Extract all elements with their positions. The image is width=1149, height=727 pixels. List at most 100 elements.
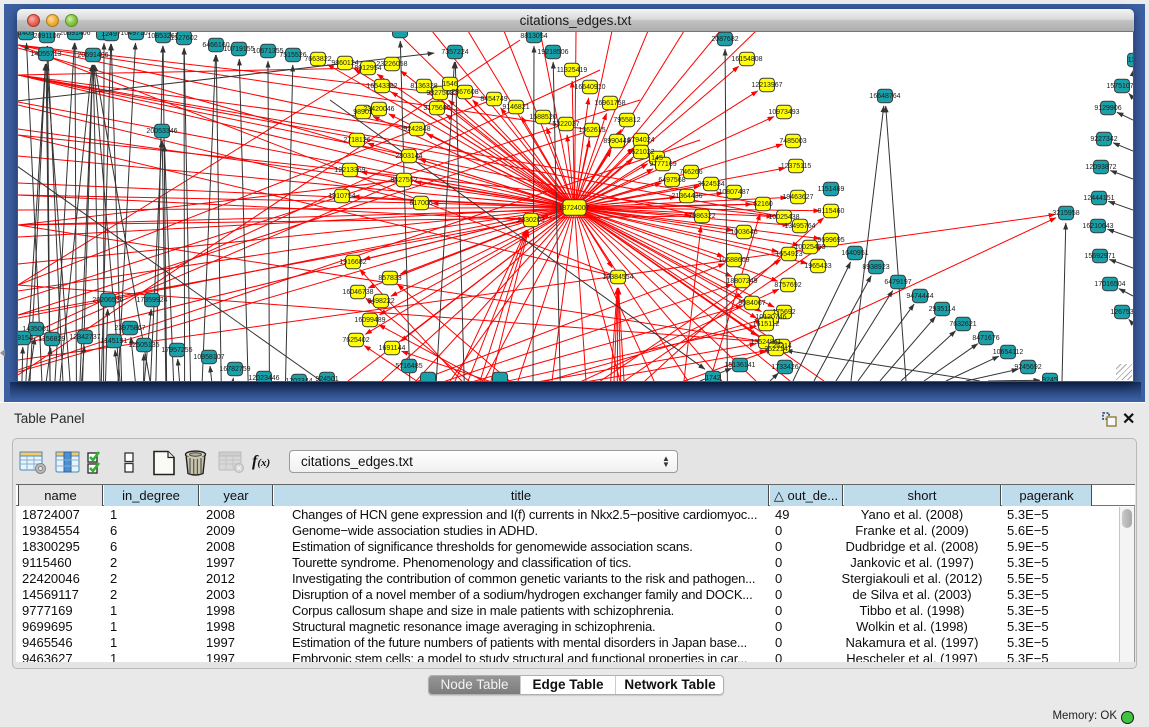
svg-text:9146821: 9146821 (502, 104, 529, 111)
svg-text:16099489: 16099489 (354, 317, 385, 324)
svg-text:1112: 1112 (1128, 57, 1133, 64)
svg-text:10807487: 10807487 (718, 189, 749, 196)
svg-text:2935114: 2935114 (929, 306, 956, 313)
svg-text:1527602: 1527602 (170, 35, 197, 42)
svg-text:1742: 1742 (705, 375, 721, 381)
svg-text:10973493: 10973493 (768, 109, 799, 116)
svg-text:23226058: 23226058 (376, 61, 407, 68)
svg-text:3498222: 3498222 (367, 298, 394, 305)
svg-text:13524861: 13524861 (750, 339, 781, 346)
svg-text:1916682: 1916682 (339, 259, 366, 266)
svg-text:5716485: 5716485 (395, 363, 422, 370)
svg-text:19463627: 19463627 (782, 194, 813, 201)
svg-text:3215958: 3215958 (1052, 210, 1079, 217)
svg-text:10654112: 10654112 (993, 349, 1024, 356)
svg-text:2867608: 2867608 (451, 89, 478, 96)
svg-text:9084067: 9084067 (738, 300, 765, 307)
svg-text:18724007: 18724007 (558, 205, 589, 212)
svg-text:2718126: 2718126 (343, 137, 370, 144)
svg-text:7485003: 7485003 (779, 138, 806, 145)
svg-text:12342737: 12342737 (69, 334, 100, 341)
svg-text:1546: 1546 (442, 81, 458, 88)
svg-text:11325419: 11325419 (557, 67, 588, 74)
svg-text:9860124: 9860124 (331, 60, 358, 67)
svg-text:12444151: 12444151 (1083, 195, 1114, 202)
svg-text:16543382: 16543382 (366, 83, 397, 90)
svg-text:9777169: 9777169 (649, 161, 676, 168)
svg-text:20691406: 20691406 (77, 52, 108, 59)
svg-text:857833: 857833 (378, 275, 401, 282)
svg-text:5322037: 5322037 (552, 121, 579, 128)
svg-text:9699695: 9699695 (817, 237, 844, 244)
svg-text:1202344: 1202344 (285, 378, 312, 381)
svg-text:1654923: 1654923 (775, 251, 802, 258)
svg-text:8136328: 8136328 (410, 83, 437, 90)
svg-text:1733426: 1733426 (771, 364, 798, 371)
svg-text:10958107: 10958107 (193, 354, 224, 361)
svg-text:15692971: 15692971 (1084, 253, 1115, 260)
svg-text:252214: 252214 (764, 346, 787, 353)
svg-text:18807249: 18807249 (726, 278, 757, 285)
svg-text:62160: 62160 (753, 201, 773, 208)
svg-text:20691406: 20691406 (59, 32, 90, 37)
svg-text:8757692: 8757692 (774, 282, 801, 289)
svg-text:10025438: 10025438 (768, 214, 799, 221)
svg-text:12213967: 12213967 (751, 82, 782, 89)
svg-text:16648764: 16648764 (869, 93, 900, 100)
svg-text:1151469: 1151469 (818, 186, 845, 193)
svg-text:3624534: 3624534 (697, 181, 724, 188)
svg-text:9245: 9245 (1042, 377, 1058, 381)
svg-text:39154: 39154 (18, 335, 33, 342)
svg-text:98901: 98901 (353, 109, 373, 116)
svg-text:2330203: 2330203 (517, 217, 544, 224)
svg-text:19218506: 19218506 (537, 49, 568, 56)
svg-text:16782759: 16782759 (219, 366, 250, 373)
svg-text:7955812: 7955812 (613, 117, 640, 124)
svg-text:1362615: 1362615 (578, 127, 605, 134)
svg-text:14055713: 14055713 (30, 51, 61, 58)
svg-text:1615112: 1615112 (753, 321, 780, 328)
svg-text:16046738: 16046738 (342, 289, 373, 296)
svg-text:12497: 12497 (101, 32, 121, 38)
svg-text:7632621: 7632621 (949, 321, 976, 328)
svg-text:21364436: 21364436 (671, 193, 702, 200)
svg-text:10688609: 10688609 (718, 257, 749, 264)
svg-text:6479197: 6479197 (884, 279, 911, 286)
svg-text:2891106: 2891106 (34, 33, 61, 40)
svg-text:1003646: 1003646 (730, 229, 757, 236)
svg-text:19384554: 19384554 (602, 274, 633, 281)
svg-text:8454749: 8454749 (480, 96, 507, 103)
svg-text:1910754: 1910754 (328, 193, 355, 200)
svg-text:12505135: 12505135 (128, 342, 159, 349)
svg-text:6794024: 6794024 (627, 137, 654, 144)
svg-text:16640910: 16640910 (574, 84, 605, 91)
svg-text:746266: 746266 (679, 169, 702, 176)
svg-text:9227342: 9227342 (1090, 136, 1117, 143)
svg-text:8471676: 8471676 (972, 335, 999, 342)
svg-text:1435061: 1435061 (22, 326, 49, 333)
svg-text:6497568: 6497568 (658, 177, 685, 184)
svg-text:2087682: 2087682 (711, 36, 738, 43)
svg-text:7986322: 7986322 (688, 213, 715, 220)
svg-text:16210643: 16210643 (1082, 223, 1113, 230)
svg-text:1145191: 1145191 (101, 338, 128, 345)
svg-text:126753: 126753 (1110, 309, 1133, 316)
svg-text:9245692: 9245692 (1014, 364, 1041, 371)
svg-text:2803144: 2803144 (395, 153, 422, 160)
svg-text:17016504: 17016504 (1094, 281, 1125, 288)
svg-text:7625402: 7625402 (342, 337, 369, 344)
svg-text:7357224: 7357224 (441, 49, 468, 56)
svg-text:1691144: 1691144 (379, 345, 406, 352)
svg-text:23975867: 23975867 (114, 325, 145, 332)
svg-text:12213369: 12213369 (334, 167, 365, 174)
svg-text:12093872: 12093872 (1085, 164, 1116, 171)
svg-text:20053346: 20053346 (146, 128, 177, 135)
svg-text:8938923: 8938923 (862, 264, 889, 271)
svg-text:8813054: 8813054 (520, 33, 547, 40)
svg-text:9115460: 9115460 (818, 208, 845, 215)
svg-text:16961758: 16961758 (594, 100, 625, 107)
svg-text:7515526: 7515526 (279, 52, 306, 59)
svg-text:9129906: 9129906 (1094, 105, 1121, 112)
svg-text:15136141: 15136141 (724, 362, 755, 369)
svg-text:924501: 924501 (315, 376, 338, 381)
